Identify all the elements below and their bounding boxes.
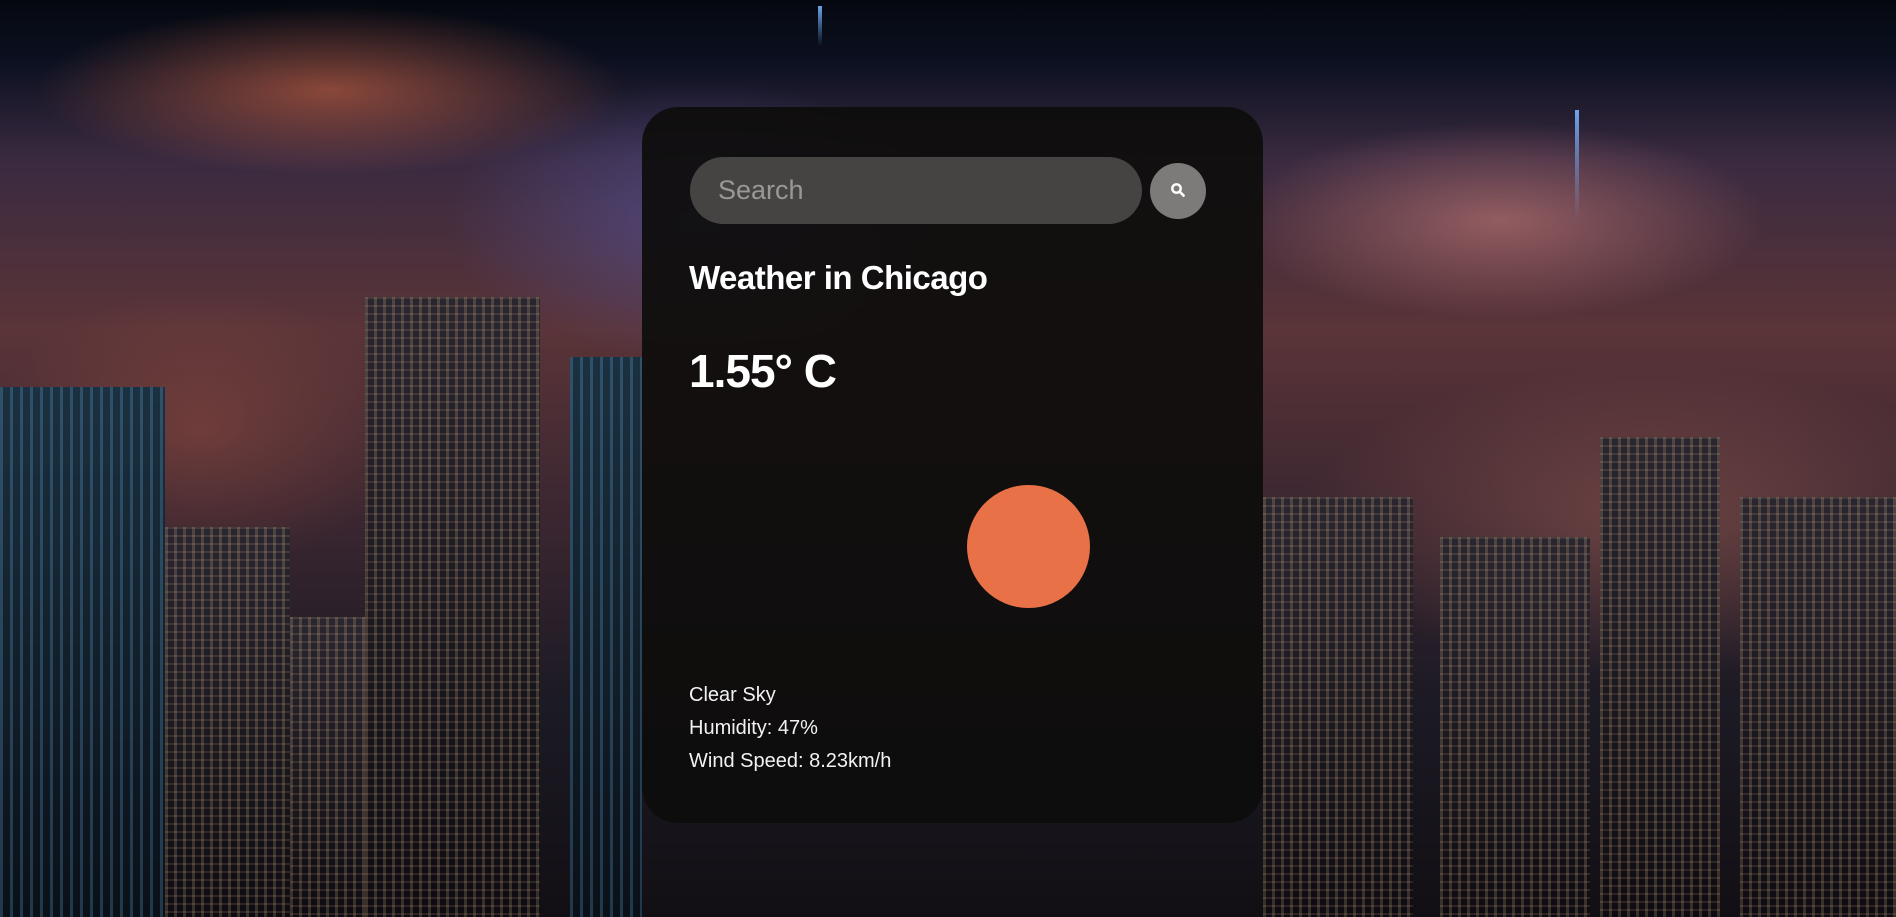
- weather-description: Clear Sky: [689, 684, 776, 706]
- weather-card: Weather in Chicago 1.55° C Clear Sky Hum…: [642, 107, 1263, 823]
- sun-icon: [967, 485, 1090, 608]
- weather-details: Clear Sky Humidity: 47% Wind Speed: 8.23…: [689, 679, 891, 778]
- search-button[interactable]: [1150, 163, 1206, 219]
- background-building: [570, 357, 642, 917]
- search-input[interactable]: [690, 157, 1142, 224]
- background-building: [0, 387, 165, 917]
- humidity-value: Humidity: 47%: [689, 717, 818, 739]
- background-building: [1740, 497, 1896, 917]
- search-icon: [1170, 182, 1186, 201]
- background-building: [1600, 437, 1720, 917]
- tower-light: [1575, 110, 1579, 220]
- background-building: [365, 297, 540, 917]
- wind-speed-value: Wind Speed: 8.23km/h: [689, 750, 892, 772]
- temperature-value: 1.55° C: [689, 345, 837, 397]
- background-building: [1263, 497, 1413, 917]
- tower-light: [818, 6, 822, 46]
- city-title: Weather in Chicago: [689, 259, 988, 296]
- background-building: [1440, 537, 1590, 917]
- background-building: [165, 527, 290, 917]
